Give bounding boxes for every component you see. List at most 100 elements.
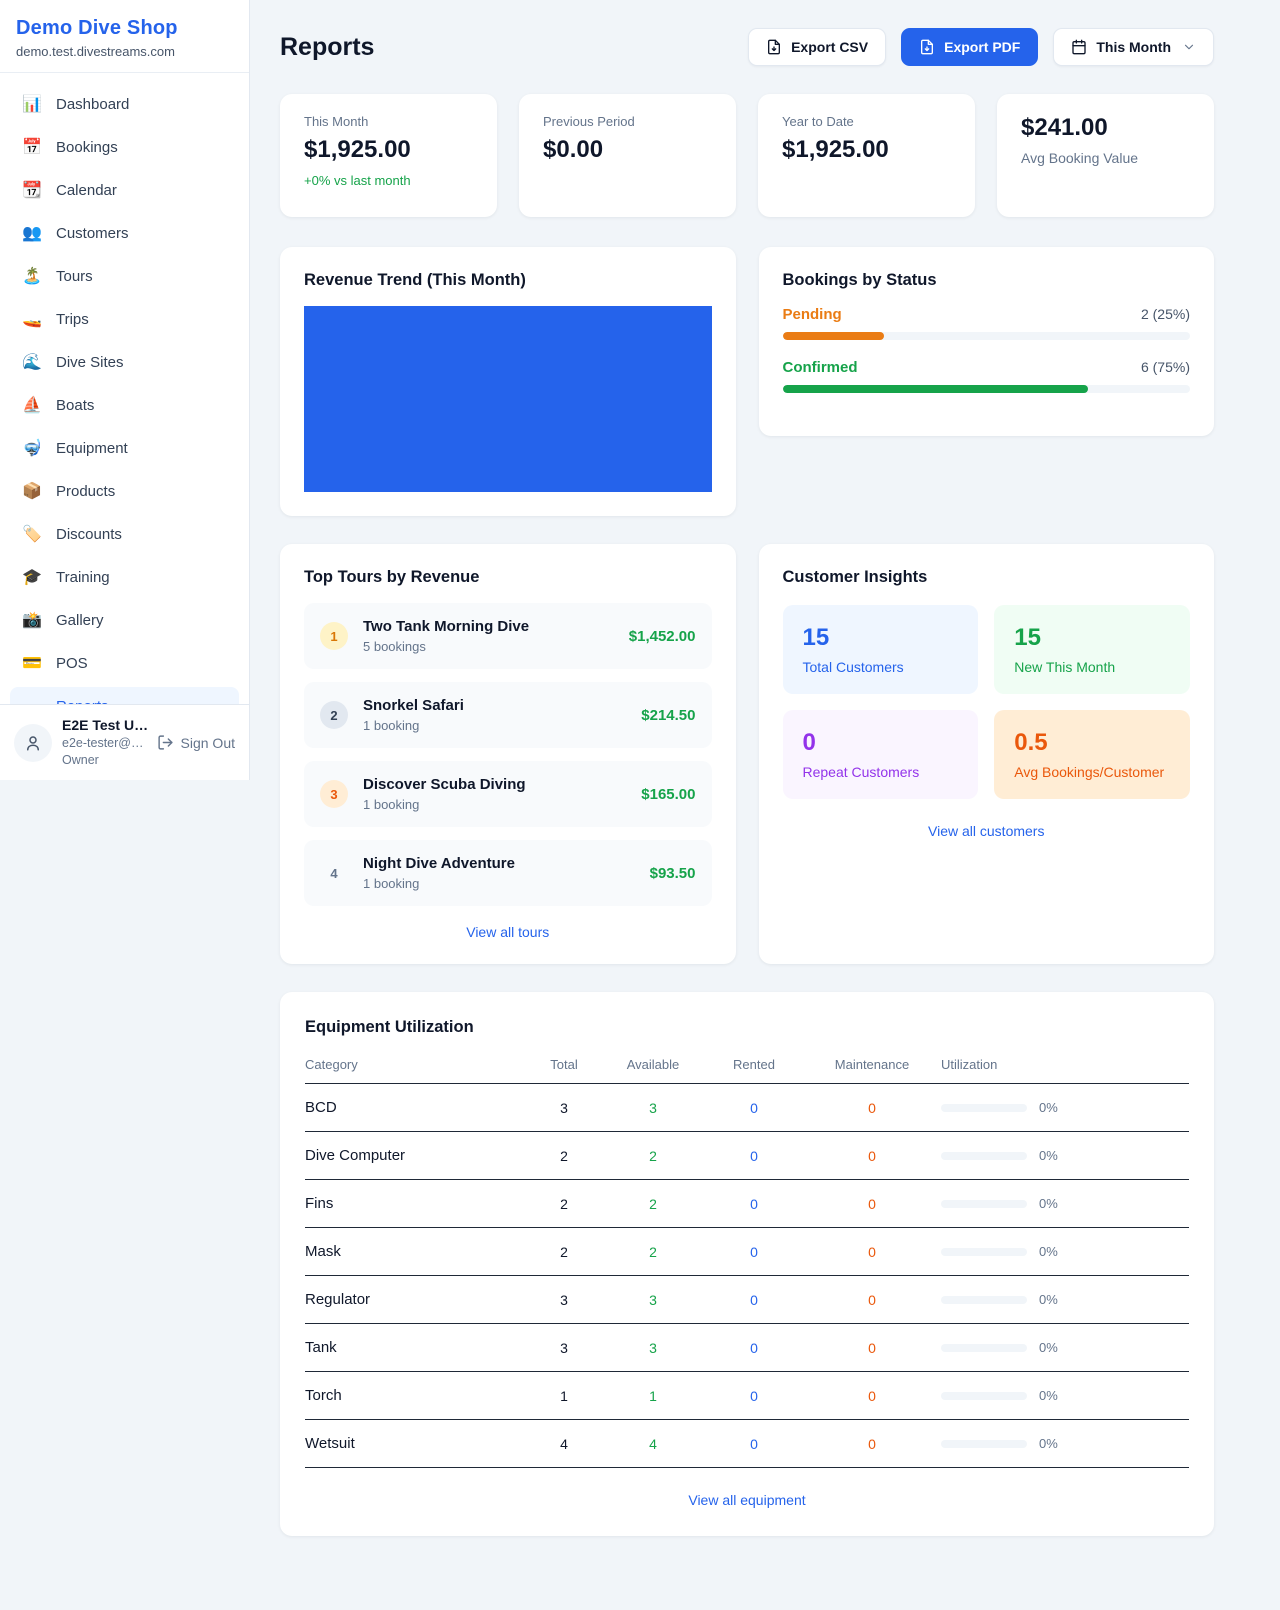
- sidebar-nav-item[interactable]: 🚤 Trips: [10, 300, 239, 338]
- nav-item-label: Dashboard: [56, 96, 129, 113]
- utilization-bar-track: [941, 1296, 1027, 1304]
- period-dropdown[interactable]: This Month: [1053, 28, 1214, 66]
- equipment-table: Category Total Available Rented Maintena…: [305, 1057, 1189, 1468]
- cell-maintenance: 0: [803, 1276, 941, 1324]
- cell-utilization: 0%: [941, 1228, 1189, 1276]
- stats-row: This Month $1,925.00 +0% vs last month P…: [280, 94, 1214, 217]
- sidebar-nav-item[interactable]: 📦 Products: [10, 472, 239, 510]
- nav-item-label: POS: [56, 655, 88, 672]
- bookings-by-status-card: Bookings by Status Pending 2 (25%): [759, 247, 1215, 436]
- page-title: Reports: [280, 33, 374, 62]
- sidebar-nav-item[interactable]: Reports: [10, 687, 239, 704]
- main-content: Reports Export CSV Export PDF This Month: [250, 0, 1280, 1576]
- card-title: Equipment Utilization: [305, 1018, 1189, 1037]
- view-all-tours-link[interactable]: View all tours: [304, 924, 712, 940]
- utilization-percent: 0%: [1039, 1196, 1058, 1211]
- tour-name: Two Tank Morning Dive: [363, 618, 614, 635]
- table-row: Wetsuit 4 4 0 0 0%: [305, 1420, 1189, 1468]
- table-row: Tank 3 3 0 0 0%: [305, 1324, 1189, 1372]
- cell-category: Fins: [305, 1180, 527, 1228]
- nav-item-icon: 🎓: [21, 567, 43, 587]
- export-pdf-button[interactable]: Export PDF: [901, 28, 1038, 66]
- person-icon: [24, 734, 42, 752]
- insight-value: 0.5: [1014, 729, 1170, 757]
- nav-item-icon: ⛵: [21, 395, 43, 415]
- sidebar-nav-item[interactable]: 🏷️ Discounts: [10, 515, 239, 553]
- sidebar-nav-item[interactable]: 🏝️ Tours: [10, 257, 239, 295]
- nav-item-label: Reports: [56, 698, 109, 705]
- cell-available: 1: [601, 1372, 705, 1420]
- card-title: Bookings by Status: [783, 271, 1191, 290]
- avatar: [14, 724, 52, 762]
- sidebar-nav-item[interactable]: 📊 Dashboard: [10, 85, 239, 123]
- stat-card: Year to Date $1,925.00: [758, 94, 975, 217]
- sidebar-nav-item[interactable]: ⛵ Boats: [10, 386, 239, 424]
- customer-insights-card: Customer Insights 15 Total Customers 15 …: [759, 544, 1215, 964]
- export-csv-button[interactable]: Export CSV: [748, 28, 886, 66]
- file-download-icon: [766, 39, 782, 55]
- nav-item-icon: 👥: [21, 223, 43, 243]
- insight-tile: 15 New This Month: [994, 605, 1190, 694]
- cell-maintenance: 0: [803, 1372, 941, 1420]
- cell-rented: 0: [705, 1276, 803, 1324]
- stat-label: Year to Date: [782, 114, 951, 129]
- rank-badge: 4: [320, 859, 348, 887]
- sidebar: Demo Dive Shop demo.test.divestreams.com…: [0, 0, 250, 780]
- nav-item-icon: 🚤: [21, 309, 43, 329]
- logout-icon: [157, 734, 174, 751]
- sidebar-nav-item[interactable]: 🌊 Dive Sites: [10, 343, 239, 381]
- cell-rented: 0: [705, 1420, 803, 1468]
- cell-total: 2: [527, 1180, 601, 1228]
- cell-rented: 0: [705, 1132, 803, 1180]
- tour-row: 4 Night Dive Adventure 1 booking $93.50: [304, 840, 712, 906]
- sidebar-nav-item[interactable]: 🤿 Equipment: [10, 429, 239, 467]
- tour-bookings: 1 booking: [363, 876, 635, 891]
- sign-out-button[interactable]: Sign Out: [157, 734, 235, 751]
- cell-total: 2: [527, 1132, 601, 1180]
- sidebar-nav-item[interactable]: 🎓 Training: [10, 558, 239, 596]
- cell-maintenance: 0: [803, 1180, 941, 1228]
- sidebar-nav: 📊 Dashboard 📅 Bookings 📆 Calendar 👥 Cust…: [0, 73, 249, 704]
- nav-item-icon: 📅: [21, 137, 43, 157]
- calendar-icon: [1071, 39, 1087, 55]
- sidebar-nav-item[interactable]: 📆 Calendar: [10, 171, 239, 209]
- view-all-customers-link[interactable]: View all customers: [783, 823, 1191, 839]
- card-title: Revenue Trend (This Month): [304, 271, 712, 290]
- cell-rented: 0: [705, 1324, 803, 1372]
- cell-utilization: 0%: [941, 1420, 1189, 1468]
- tour-revenue: $93.50: [650, 865, 696, 882]
- stat-label: Avg Booking Value: [1021, 150, 1190, 166]
- nav-item-label: Dive Sites: [56, 354, 124, 371]
- cell-rented: 0: [705, 1228, 803, 1276]
- stat-value: $0.00: [543, 136, 712, 164]
- chevron-down-icon: [1182, 40, 1196, 54]
- utilization-bar-track: [941, 1152, 1027, 1160]
- status-row: Confirmed 6 (75%): [783, 359, 1191, 393]
- status-bar-track: [783, 385, 1191, 393]
- brand-name: Demo Dive Shop: [16, 17, 233, 40]
- status-bar-fill: [783, 385, 1089, 393]
- utilization-percent: 0%: [1039, 1244, 1058, 1259]
- utilization-percent: 0%: [1039, 1100, 1058, 1115]
- view-all-equipment-link[interactable]: View all equipment: [305, 1492, 1189, 1508]
- cell-category: Torch: [305, 1372, 527, 1420]
- nav-item-label: Tours: [56, 268, 93, 285]
- brand: Demo Dive Shop demo.test.divestreams.com: [0, 0, 249, 73]
- nav-item-label: Customers: [56, 225, 129, 242]
- header-actions: Export CSV Export PDF This Month: [748, 28, 1214, 66]
- cell-available: 4: [601, 1420, 705, 1468]
- table-row: Regulator 3 3 0 0 0%: [305, 1276, 1189, 1324]
- sidebar-nav-item[interactable]: 👥 Customers: [10, 214, 239, 252]
- cell-utilization: 0%: [941, 1180, 1189, 1228]
- nav-item-icon: 📸: [21, 610, 43, 630]
- sidebar-nav-item[interactable]: 📅 Bookings: [10, 128, 239, 166]
- tour-name: Discover Scuba Diving: [363, 776, 626, 793]
- cell-available: 3: [601, 1084, 705, 1132]
- nav-item-icon: 💳: [21, 653, 43, 673]
- stat-value: $241.00: [1021, 114, 1190, 142]
- sidebar-nav-item[interactable]: 💳 POS: [10, 644, 239, 682]
- revenue-trend-chart: [304, 306, 712, 492]
- nav-item-label: Training: [56, 569, 110, 586]
- stat-label: This Month: [304, 114, 473, 129]
- sidebar-nav-item[interactable]: 📸 Gallery: [10, 601, 239, 639]
